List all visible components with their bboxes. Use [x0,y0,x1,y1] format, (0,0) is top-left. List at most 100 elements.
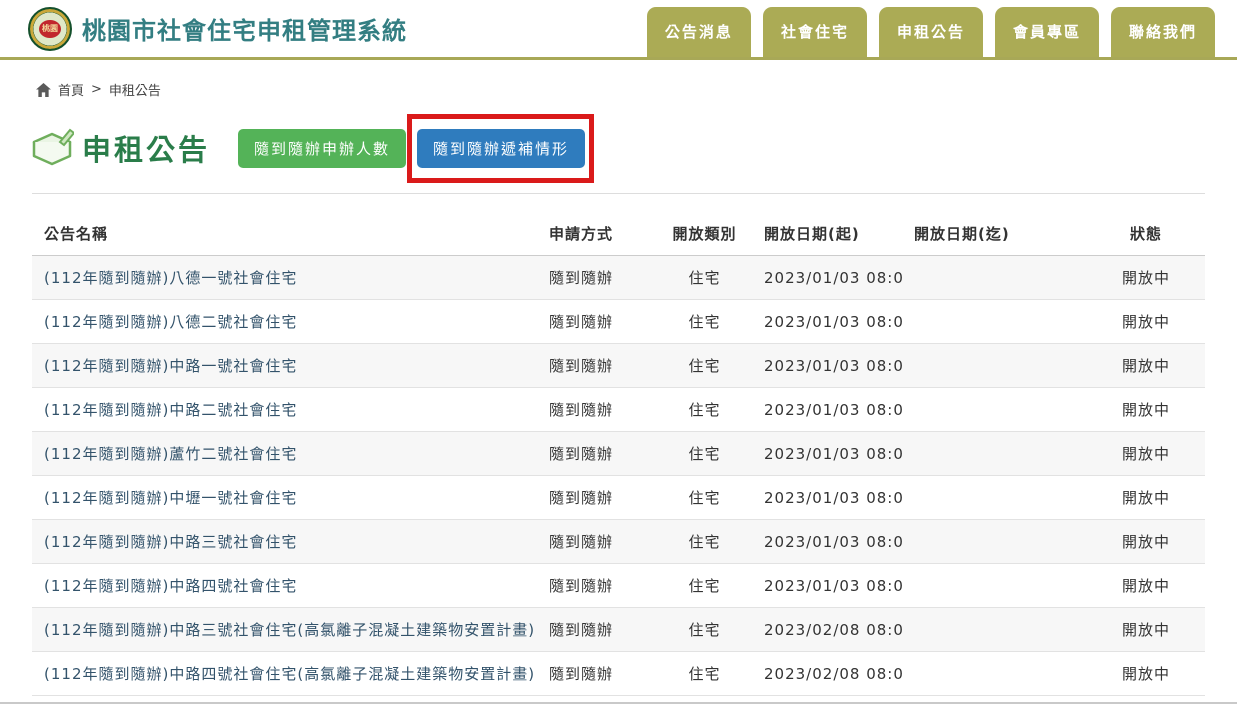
cell-end-date [902,344,1087,388]
cell-start-date: 2023/01/03 08:00 [752,476,902,520]
cell-category: 住宅 [657,256,752,300]
breadcrumb-current: 申租公告 [109,80,161,99]
cell-method: 隨到隨辦 [537,476,657,520]
cell-category: 住宅 [657,432,752,476]
cell-status: 開放中 [1087,388,1205,432]
breadcrumb: 首頁 > 申租公告 [36,80,1237,99]
table-row: (112年隨到隨辦)中路四號社會住宅 隨到隨辦 住宅 2023/01/03 08… [32,564,1205,608]
col-header-status: 狀態 [1087,212,1205,256]
cell-end-date [902,388,1087,432]
cell-end-date [902,652,1087,696]
cell-method: 隨到隨辦 [537,432,657,476]
announcements-table: 公告名稱 申請方式 開放類別 開放日期(起) 開放日期(迄) 狀態 (112年隨… [32,212,1205,696]
cell-status: 開放中 [1087,344,1205,388]
brand[interactable]: 桃園 桃園市社會住宅申租管理系統 [28,7,407,51]
footer-divider [0,702,1237,708]
taoyuan-city-logo: 桃園 [28,7,72,51]
announcement-link[interactable]: (112年隨到隨辦)中路三號社會住宅 [44,533,297,551]
announcement-note-icon [30,128,74,168]
cell-status: 開放中 [1087,564,1205,608]
announcement-link[interactable]: (112年隨到隨辦)中壢一號社會住宅 [44,489,297,507]
cell-status: 開放中 [1087,652,1205,696]
cell-end-date [902,476,1087,520]
cell-status: 開放中 [1087,520,1205,564]
site-title: 桃園市社會住宅申租管理系統 [82,11,407,46]
announcement-link[interactable]: (112年隨到隨辦)中路四號社會住宅(高氯離子混凝土建築物安置計畫) [44,665,535,683]
announcement-link[interactable]: (112年隨到隨辦)中路一號社會住宅 [44,357,297,375]
cell-start-date: 2023/01/03 08:00 [752,432,902,476]
table-row: (112年隨到隨辦)中路三號社會住宅(高氯離子混凝土建築物安置計畫) 隨到隨辦 … [32,608,1205,652]
cell-category: 住宅 [657,652,752,696]
titlebar: 申租公告 隨到隨辦申辦人數 隨到隨辦遞補情形 [30,127,1237,169]
cell-method: 隨到隨辦 [537,608,657,652]
announcement-link[interactable]: (112年隨到隨辦)中路四號社會住宅 [44,577,297,595]
cell-category: 住宅 [657,564,752,608]
announcement-link[interactable]: (112年隨到隨辦)蘆竹二號社會住宅 [44,445,297,463]
col-header-start-date: 開放日期(起) [752,212,902,256]
cell-start-date: 2023/01/03 08:00 [752,564,902,608]
cell-category: 住宅 [657,300,752,344]
col-header-name: 公告名稱 [32,212,537,256]
table-row: (112年隨到隨辦)八德一號社會住宅 隨到隨辦 住宅 2023/01/03 08… [32,256,1205,300]
table-row: (112年隨到隨辦)中路一號社會住宅 隨到隨辦 住宅 2023/01/03 08… [32,344,1205,388]
nav-tab-contact-us[interactable]: 聯絡我們 [1111,7,1215,57]
col-header-method: 申請方式 [537,212,657,256]
table-row: (112年隨到隨辦)八德二號社會住宅 隨到隨辦 住宅 2023/01/03 08… [32,300,1205,344]
nav-tab-rental-announcements[interactable]: 申租公告 [879,7,983,57]
logo-text: 桃園 [39,20,61,38]
cell-method: 隨到隨辦 [537,520,657,564]
header: 桃園 桃園市社會住宅申租管理系統 公告消息 社會住宅 申租公告 會員專區 聯絡我… [0,0,1237,60]
cell-end-date [902,608,1087,652]
cell-method: 隨到隨辦 [537,344,657,388]
cell-status: 開放中 [1087,476,1205,520]
cell-start-date: 2023/02/08 08:00 [752,652,902,696]
nav-tab-social-housing[interactable]: 社會住宅 [763,7,867,57]
announcement-link[interactable]: (112年隨到隨辦)八德一號社會住宅 [44,269,297,287]
cell-method: 隨到隨辦 [537,652,657,696]
cell-method: 隨到隨辦 [537,564,657,608]
cell-start-date: 2023/02/08 08:00 [752,608,902,652]
breadcrumb-separator: > [91,82,102,97]
cell-start-date: 2023/01/03 08:00 [752,300,902,344]
main-nav: 公告消息 社會住宅 申租公告 會員專區 聯絡我們 [647,7,1215,57]
nav-tab-announcements[interactable]: 公告消息 [647,7,751,57]
cell-category: 住宅 [657,520,752,564]
table-row: (112年隨到隨辦)中路四號社會住宅(高氯離子混凝土建築物安置計畫) 隨到隨辦 … [32,652,1205,696]
cell-category: 住宅 [657,476,752,520]
col-header-end-date: 開放日期(迄) [902,212,1087,256]
announcement-link[interactable]: (112年隨到隨辦)八德二號社會住宅 [44,313,297,331]
cell-start-date: 2023/01/03 08:00 [752,256,902,300]
cell-start-date: 2023/01/03 08:00 [752,388,902,432]
table-row: (112年隨到隨辦)中路二號社會住宅 隨到隨辦 住宅 2023/01/03 08… [32,388,1205,432]
cell-end-date [902,564,1087,608]
cell-method: 隨到隨辦 [537,256,657,300]
cell-start-date: 2023/01/03 08:00 [752,520,902,564]
announcement-link[interactable]: (112年隨到隨辦)中路三號社會住宅(高氯離子混凝土建築物安置計畫) [44,621,535,639]
nav-tab-member-area[interactable]: 會員專區 [995,7,1099,57]
cell-status: 開放中 [1087,256,1205,300]
cell-status: 開放中 [1087,432,1205,476]
cell-end-date [902,520,1087,564]
col-header-category: 開放類別 [657,212,752,256]
walkin-applicants-button[interactable]: 隨到隨辦申辦人數 [238,129,406,168]
table-row: (112年隨到隨辦)蘆竹二號社會住宅 隨到隨辦 住宅 2023/01/03 08… [32,432,1205,476]
announcement-link[interactable]: (112年隨到隨辦)中路二號社會住宅 [44,401,297,419]
home-icon [36,83,51,97]
cell-category: 住宅 [657,608,752,652]
cell-method: 隨到隨辦 [537,388,657,432]
cell-method: 隨到隨辦 [537,300,657,344]
cell-end-date [902,256,1087,300]
cell-status: 開放中 [1087,608,1205,652]
cell-category: 住宅 [657,388,752,432]
cell-end-date [902,432,1087,476]
walkin-replacement-button[interactable]: 隨到隨辦遞補情形 [417,129,585,168]
page-title: 申租公告 [82,127,210,169]
table-row: (112年隨到隨辦)中壢一號社會住宅 隨到隨辦 住宅 2023/01/03 08… [32,476,1205,520]
table-header-row: 公告名稱 申請方式 開放類別 開放日期(起) 開放日期(迄) 狀態 [32,212,1205,256]
title-divider [32,193,1205,194]
breadcrumb-home[interactable]: 首頁 [58,80,84,99]
cell-status: 開放中 [1087,300,1205,344]
cell-end-date [902,300,1087,344]
title-buttons: 隨到隨辦申辦人數 隨到隨辦遞補情形 [238,129,585,168]
cell-category: 住宅 [657,344,752,388]
